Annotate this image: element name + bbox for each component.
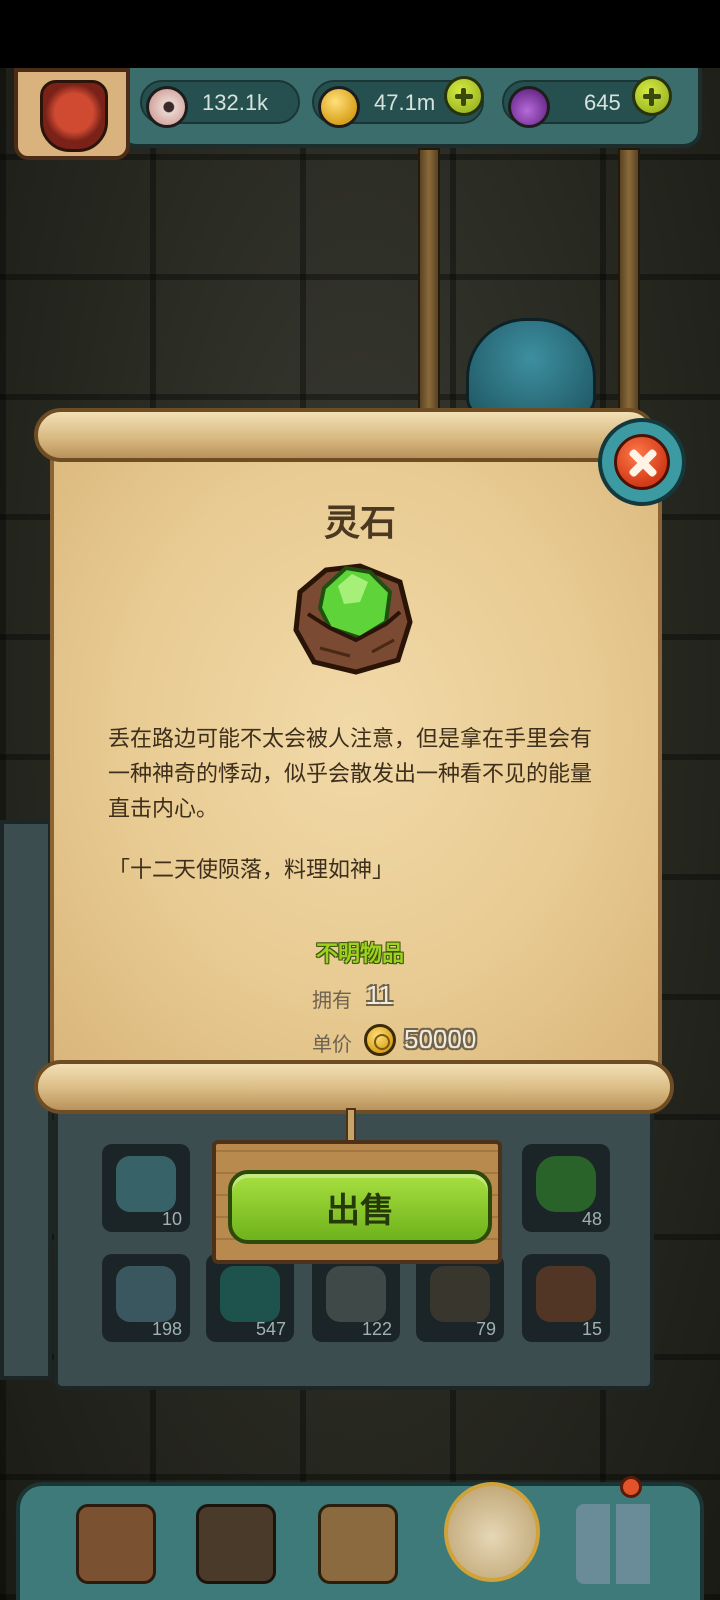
inventory-slot[interactable]: 122	[312, 1254, 400, 1342]
item-description: 丢在路边可能不太会被人注意，但是拿在手里会有一种神奇的悸动，似乎会散发出一种看不…	[108, 727, 593, 822]
spirit-stone-icon	[293, 563, 413, 675]
bottom-nav	[16, 1476, 704, 1600]
recipe-book-icon[interactable]	[318, 1504, 398, 1584]
inventory-slot[interactable]: 10	[102, 1144, 190, 1232]
slot-count: 122	[361, 1319, 392, 1339]
slot-count: 79	[475, 1319, 496, 1339]
monster-sprite	[466, 318, 596, 418]
item-icon	[116, 1156, 176, 1212]
close-button[interactable]	[598, 418, 686, 506]
resource-bar: 132.1k 47.1m 645	[118, 68, 702, 148]
scroll-bottom-roll	[34, 1060, 674, 1114]
inventory-slot[interactable]: 198	[102, 1254, 190, 1342]
item-icon	[536, 1156, 596, 1212]
inventory-slot[interactable]: 79	[416, 1254, 504, 1342]
wooden-pillar-left	[418, 148, 440, 418]
slot-count: 10	[161, 1209, 182, 1229]
price-value: 50000	[404, 1024, 477, 1054]
close-icon	[614, 434, 670, 490]
sell-button[interactable]: 出售	[228, 1170, 492, 1244]
item-icon	[220, 1266, 280, 1322]
potions-value: 645	[584, 90, 621, 115]
item-icon	[536, 1266, 596, 1322]
shop-building-icon[interactable]	[76, 1504, 156, 1584]
eyes-resource: 132.1k	[140, 80, 300, 128]
bag-icon[interactable]	[444, 1482, 540, 1582]
coin-icon	[364, 1024, 396, 1056]
item-icon	[430, 1266, 490, 1322]
slot-count: 198	[151, 1319, 182, 1339]
item-icon	[326, 1266, 386, 1322]
slot-count: 15	[581, 1319, 602, 1339]
item-rarity: 不明物品	[315, 942, 404, 967]
slot-count: 547	[255, 1319, 286, 1339]
owned-label: 拥有	[312, 988, 352, 1012]
notification-dot	[620, 1476, 642, 1498]
item-quote: 「十二天使陨落，料理如神」	[108, 858, 395, 883]
eyes-value: 132.1k	[202, 90, 269, 115]
monster-nest-icon[interactable]	[196, 1504, 276, 1584]
wooden-pillar-right	[618, 148, 640, 418]
price-label: 单价	[312, 1032, 352, 1056]
inventory-slot[interactable]: 547	[206, 1254, 294, 1342]
add-coins-button[interactable]	[444, 76, 484, 116]
coin-icon	[318, 86, 360, 128]
slot-count: 48	[581, 1209, 602, 1229]
item-title: 灵石	[323, 503, 396, 544]
player-badge[interactable]	[14, 68, 130, 160]
potion-icon	[508, 86, 550, 128]
eyeball-icon	[146, 86, 188, 128]
status-bar	[0, 0, 720, 68]
inventory-slot[interactable]: 48	[522, 1144, 610, 1232]
coins-value: 47.1m	[374, 90, 436, 115]
add-potions-button[interactable]	[632, 76, 672, 116]
owned-value: 11	[366, 980, 393, 1010]
item-icon	[116, 1266, 176, 1322]
scroll-top-roll	[34, 408, 656, 462]
mask-icon	[40, 80, 108, 152]
inventory-slot[interactable]: 15	[522, 1254, 610, 1342]
grid-menu-icon[interactable]	[576, 1504, 656, 1584]
